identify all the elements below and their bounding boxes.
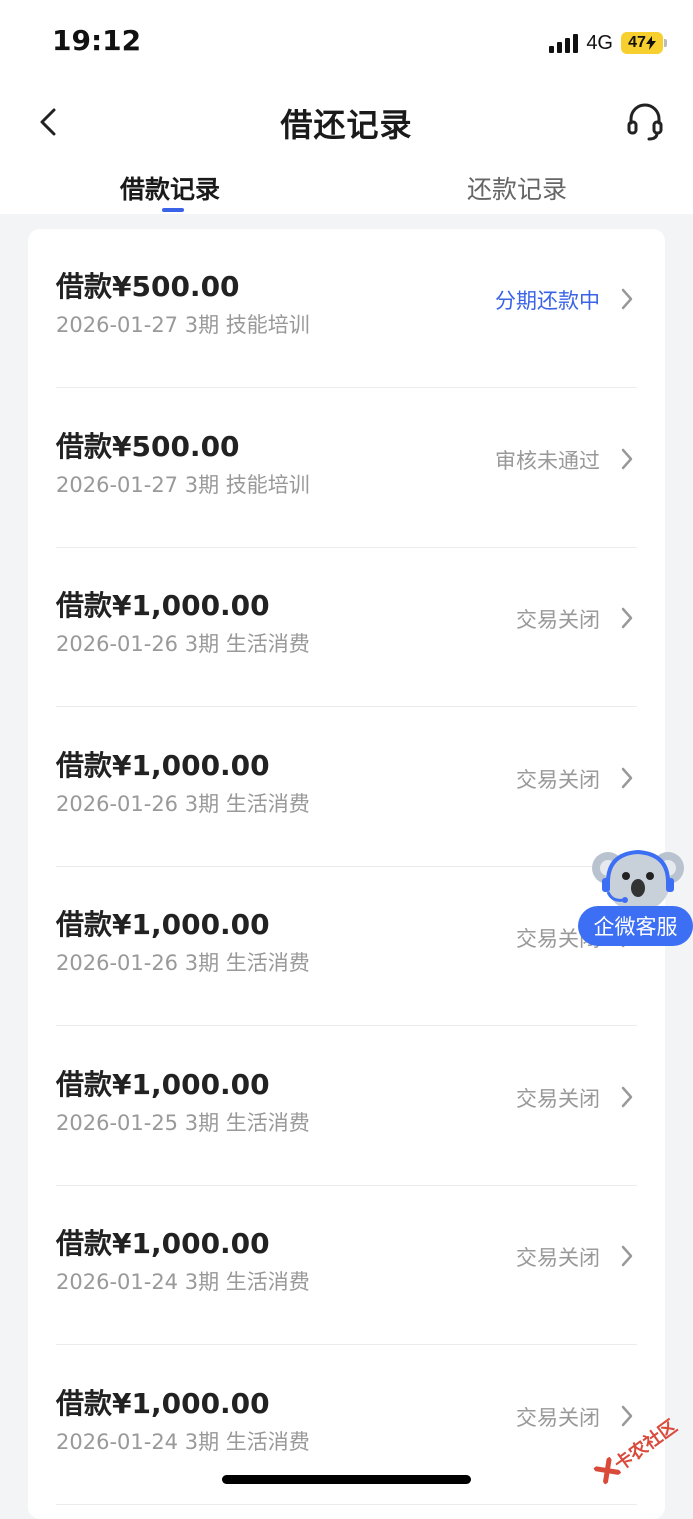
record-status: 交易关闭 [516,1246,600,1270]
chevron-right-icon [621,448,633,469]
record-status: 交易关闭 [516,767,600,792]
page-title: 借还记录 [280,106,413,144]
record-status: 交易关闭 [516,1086,600,1111]
active-tab-indicator [162,208,184,212]
record-amount: 借款¥1,000.00 [56,589,270,622]
chevron-right-icon [621,767,633,788]
record-status: 交易关闭 [516,1405,600,1430]
record-meta: 2026-01-26 3期 生活消费 [56,791,310,816]
record-row[interactable]: 借款¥1,000.00 2026-01-25 3期 生活消费 交易关闭 [28,1027,665,1186]
chevron-right-icon [621,607,633,629]
record-amount: 借款¥1,000.00 [56,1386,270,1420]
record-row[interactable]: 借款¥1,000.00 2026-01-24 3期 生活消费 交易关闭 [28,1186,665,1345]
record-meta: 2026-01-27 3期 技能培训 [56,472,310,497]
tab-repay-records[interactable]: 还款记录 [467,170,567,206]
chevron-right-icon [621,1245,633,1267]
record-row[interactable]: 借款¥1,000.00 2026-01-26 3期 生活消费 交易关闭 [28,708,665,867]
record-row[interactable]: 借款¥1,000.00 2026-01-26 3期 生活消费 交易关闭 [28,867,665,1026]
headset-icon [627,103,663,141]
record-status: 审核未通过 [495,448,600,473]
record-amount: 借款¥500.00 [56,429,240,463]
record-meta: 2026-01-25 3期 生活消费 [56,1110,310,1135]
record-row[interactable]: 借款¥1,000.00 2026-01-26 3期 生活消费 交易关闭 [28,548,665,707]
records-list: 借款¥500.00 2026-01-27 3期 技能培训 分期还款中 借款¥500.0… [28,229,665,1519]
row-divider [56,1503,637,1505]
record-meta: 2026-01-24 3期 生活消费 [56,1429,310,1454]
record-amount: 借款¥1,000.00 [56,748,270,782]
record-meta: 2026-01-26 3期 生活消费 [56,951,310,975]
record-status: 交易关闭 [516,608,600,632]
status-indicators: 4G 47 [549,28,667,58]
charging-bolt-icon [645,36,656,50]
battery-level: 47 [628,34,646,51]
record-amount: 借款¥1,000.00 [56,908,270,941]
record-status: 分期还款中 [495,289,600,313]
watermark-text: 卡农社区 [610,1415,682,1476]
record-amount: 借款¥500.00 [56,270,240,303]
record-amount: 借款¥1,000.00 [56,1067,270,1101]
network-type: 4G [586,31,613,54]
record-meta: 2026-01-24 3期 生活消费 [56,1270,310,1294]
record-meta: 2026-01-27 3期 技能培训 [56,313,310,337]
chevron-right-icon [621,1086,633,1107]
record-row[interactable]: 借款¥500.00 2026-01-27 3期 技能培训 分期还款中 [28,229,665,388]
chevron-right-icon [621,288,633,310]
signal-icon [549,33,579,53]
record-row[interactable]: 借款¥500.00 2026-01-27 3期 技能培训 审核未通过 [28,389,665,548]
status-time: 19:12 [52,24,142,57]
record-amount: 借款¥1,000.00 [56,1227,270,1260]
battery-icon: 47 [621,32,667,54]
record-meta: 2026-01-26 3期 生活消费 [56,632,310,656]
floating-service-button[interactable]: 企微客服 [578,842,693,948]
customer-service-button[interactable] [623,100,667,144]
tab-borrow-records[interactable]: 借款记录 [120,170,220,206]
floating-service-label: 企微客服 [578,906,693,946]
top-bar: 19:12 4G 47 借还记录 借款记录 还款记录 [0,0,693,214]
home-indicator [222,1475,471,1484]
